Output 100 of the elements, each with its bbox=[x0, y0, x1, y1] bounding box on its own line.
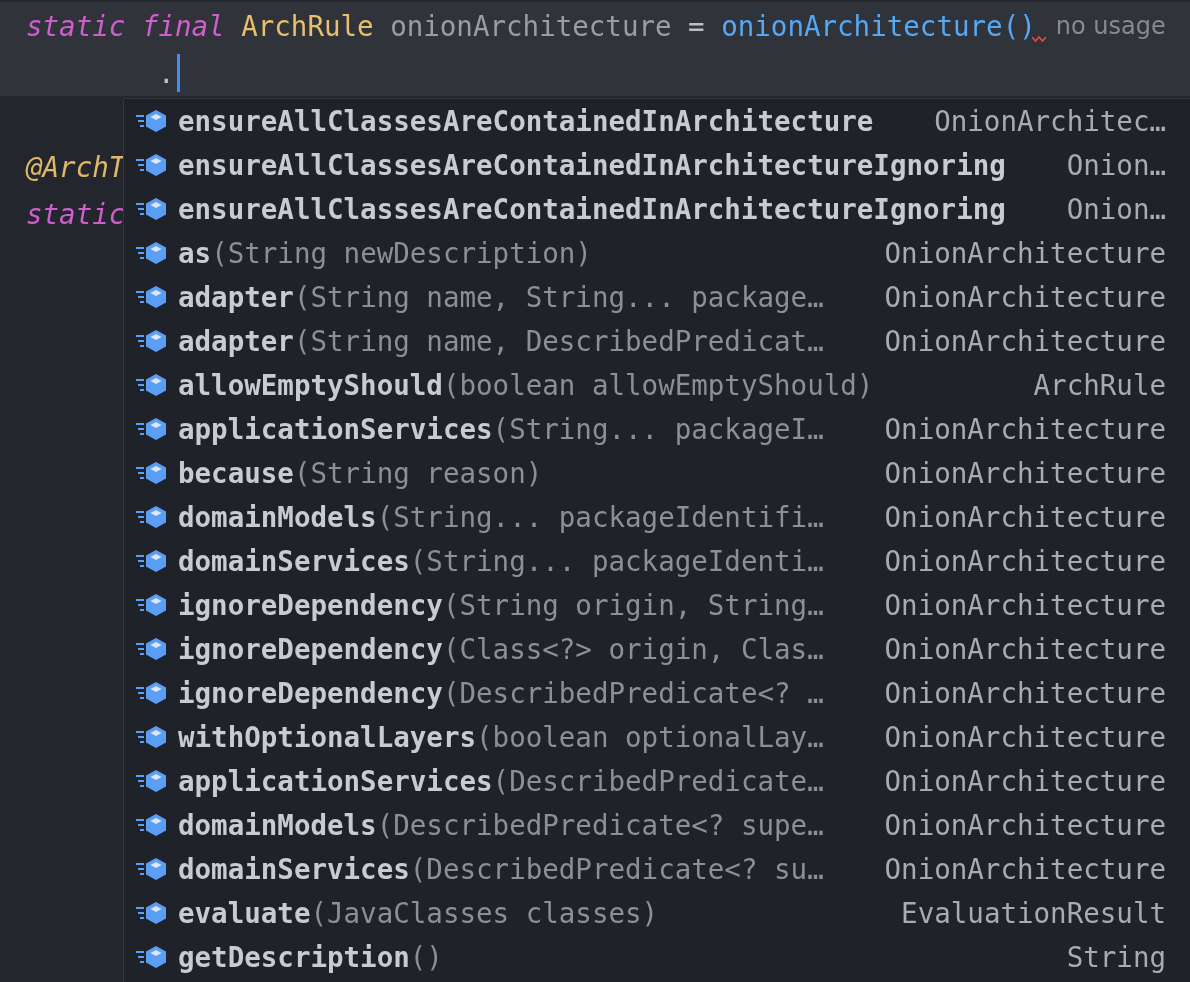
completion-item[interactable]: allowEmptyShould(boolean allowEmptyShould) ArchRule bbox=[124, 363, 1190, 407]
method-cube-icon bbox=[136, 241, 168, 265]
completion-item[interactable]: adapter(String name, String... package… OnionArchitecture bbox=[124, 275, 1190, 319]
method-name: ensureAllClassesAreContainedInArchitectureIgnoring bbox=[178, 193, 1006, 225]
method-cube-icon bbox=[136, 373, 168, 397]
completion-item[interactable]: applicationServices(String... packageI… OnionArchitecture bbox=[124, 407, 1190, 451]
method-name: ensureAllClassesAreContainedInArchitectureIgnoring bbox=[178, 149, 1006, 181]
completion-item[interactable]: ignoreDependency(String origin, String… OnionArchitecture bbox=[124, 583, 1190, 627]
completion-item[interactable]: because(String reason) OnionArchitecture bbox=[124, 451, 1190, 495]
method-params: (String newDescription) bbox=[211, 237, 592, 269]
usage-hint: no usage bbox=[1055, 11, 1166, 40]
completion-item[interactable]: getDescription() String bbox=[124, 935, 1190, 979]
method-cube-icon bbox=[136, 901, 168, 925]
method-cube-icon bbox=[136, 549, 168, 573]
return-type: OnionArchitecture bbox=[884, 765, 1166, 797]
method-params: (boolean optionalLay… bbox=[476, 721, 824, 753]
method-cube-icon bbox=[136, 109, 168, 133]
completion-item[interactable]: ignoreDependency(DescribedPredicate<? … OnionArchitecture bbox=[124, 671, 1190, 715]
method-name: getDescription bbox=[178, 941, 410, 973]
method-cube-icon bbox=[136, 637, 168, 661]
method-name: ignoreDependency bbox=[178, 589, 443, 621]
method-call: onionArchitecture() bbox=[721, 9, 1036, 42]
method-name: domainServices bbox=[178, 545, 410, 577]
return-type: EvaluationResult bbox=[901, 897, 1166, 929]
method-name: domainModels bbox=[178, 809, 377, 841]
method-name: as bbox=[178, 237, 212, 269]
method-name: domainModels bbox=[178, 501, 377, 533]
return-type: OnionArchitecture bbox=[884, 853, 1166, 885]
method-cube-icon bbox=[136, 153, 168, 177]
completion-item[interactable]: adapter(String name, DescribedPredicat… OnionArchitecture bbox=[124, 319, 1190, 363]
method-name: ensureAllClassesAreContainedInArchitecture bbox=[178, 105, 874, 137]
method-name: adapter bbox=[178, 281, 294, 313]
method-cube-icon bbox=[136, 769, 168, 793]
completion-item[interactable]: domainServices(DescribedPredicate<? su… OnionArchitecture bbox=[124, 847, 1190, 891]
method-name: applicationServices bbox=[178, 765, 493, 797]
return-type: OnionArchitecture bbox=[884, 633, 1166, 665]
method-params: (boolean allowEmptyShould) bbox=[442, 369, 874, 401]
return-type: OnionArchitecture bbox=[884, 237, 1166, 269]
method-name: applicationServices bbox=[178, 413, 493, 445]
return-type: OnionArchitecture bbox=[884, 325, 1166, 357]
completion-item[interactable]: ignoreDependency(Class<?> origin, Clas… OnionArchitecture bbox=[124, 627, 1190, 671]
method-name: ignoreDependency bbox=[178, 633, 443, 665]
completion-item[interactable]: as(String newDescription) OnionArchitecture bbox=[124, 231, 1190, 275]
field-name: onionArchitecture bbox=[390, 9, 672, 42]
method-params: (String reason) bbox=[293, 457, 543, 489]
method-name: allowEmptyShould bbox=[178, 369, 443, 401]
return-type: OnionArchitecture bbox=[884, 457, 1166, 489]
keyword-text: static bbox=[26, 197, 126, 230]
method-params: (DescribedPredicate… bbox=[492, 765, 824, 797]
method-params: (String name, String... package… bbox=[293, 281, 824, 313]
method-name: withOptionalLayers bbox=[178, 721, 476, 753]
code-text: . bbox=[158, 56, 175, 89]
method-cube-icon bbox=[136, 681, 168, 705]
method-params: (String... packageI… bbox=[492, 413, 824, 445]
return-type: OnionArchitecture bbox=[884, 589, 1166, 621]
method-cube-icon bbox=[136, 857, 168, 881]
method-cube-icon bbox=[136, 505, 168, 529]
return-type: OnionArchitecture bbox=[884, 677, 1166, 709]
completion-item[interactable]: ensureAllClassesAreContainedInArchitectureIgnoring Onion… bbox=[124, 143, 1190, 187]
method-cube-icon bbox=[136, 813, 168, 837]
return-type: Onion… bbox=[1066, 193, 1166, 225]
method-params: (String... packageIdentifi… bbox=[376, 501, 824, 533]
keyword-text: static final bbox=[26, 9, 225, 42]
code-text: = bbox=[688, 9, 705, 42]
method-name: because bbox=[178, 457, 294, 489]
completion-item[interactable]: applicationServices(DescribedPredicate… OnionArchitecture bbox=[124, 759, 1190, 803]
method-cube-icon bbox=[136, 197, 168, 221]
method-cube-icon bbox=[136, 945, 168, 969]
method-cube-icon bbox=[136, 461, 168, 485]
method-params: (String... packageIdenti… bbox=[409, 545, 824, 577]
completion-item[interactable]: domainServices(String... packageIdenti… OnionArchitecture bbox=[124, 539, 1190, 583]
method-cube-icon bbox=[136, 329, 168, 353]
method-name: ignoreDependency bbox=[178, 677, 443, 709]
method-params: (Class<?> origin, Clas… bbox=[442, 633, 824, 665]
return-type: OnionArchitecture bbox=[884, 413, 1166, 445]
return-type: String bbox=[1066, 941, 1166, 973]
method-cube-icon bbox=[136, 593, 168, 617]
method-name: adapter bbox=[178, 325, 294, 357]
method-params: (String name, DescribedPredicat… bbox=[293, 325, 824, 357]
method-name: domainServices bbox=[178, 853, 410, 885]
completion-item[interactable]: ensureAllClassesAreContainedInArchitecture OnionArchitec… bbox=[124, 99, 1190, 143]
return-type: OnionArchitecture bbox=[884, 545, 1166, 577]
return-type: OnionArchitecture bbox=[884, 721, 1166, 753]
method-params: (JavaClasses classes) bbox=[310, 897, 659, 929]
completion-item[interactable]: withOptionalLayers(boolean optionalLay… OnionArchitecture bbox=[124, 715, 1190, 759]
method-cube-icon bbox=[136, 725, 168, 749]
completion-item[interactable]: domainModels(String... packageIdentifi… OnionArchitecture bbox=[124, 495, 1190, 539]
return-type: Onion… bbox=[1066, 149, 1166, 181]
annotation-text: @ArchT bbox=[26, 150, 126, 183]
return-type: OnionArchitecture bbox=[884, 281, 1166, 313]
method-cube-icon bbox=[136, 417, 168, 441]
completion-item[interactable]: domainModels(DescribedPredicate<? supe… OnionArchitecture bbox=[124, 803, 1190, 847]
return-type: OnionArchitecture bbox=[884, 809, 1166, 841]
return-type: OnionArchitec… bbox=[934, 105, 1166, 137]
return-type: OnionArchitecture bbox=[884, 501, 1166, 533]
completion-item[interactable]: evaluate(JavaClasses classes) EvaluationResult bbox=[124, 891, 1190, 935]
type-name: ArchRule bbox=[241, 9, 374, 42]
completion-item[interactable]: ensureAllClassesAreContainedInArchitectureIgnoring Onion… bbox=[124, 187, 1190, 231]
method-params: (DescribedPredicate<? su… bbox=[409, 853, 824, 885]
return-type: ArchRule bbox=[1033, 369, 1166, 401]
